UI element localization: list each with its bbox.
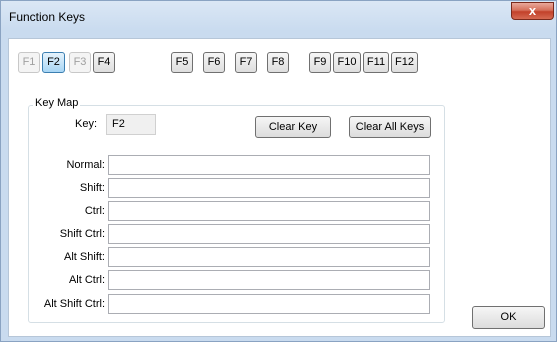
fkey-f3-button[interactable]: F3 <box>69 52 91 73</box>
key-label: Key: <box>75 118 98 130</box>
fkey-f11-button[interactable]: F11 <box>363 52 389 73</box>
fkey-f5-button[interactable]: F5 <box>171 52 193 73</box>
clear-all-keys-button[interactable]: Clear All Keys <box>349 116 431 138</box>
alt-shift-ctrl-input[interactable] <box>108 294 430 314</box>
shift-input[interactable] <box>108 178 430 198</box>
normal-label: Normal: <box>66 159 105 171</box>
close-icon: x <box>528 3 537 18</box>
title-bar[interactable]: Function Keys x <box>1 1 556 31</box>
ok-button[interactable]: OK <box>472 306 545 329</box>
shift-ctrl-label: Shift Ctrl: <box>59 228 105 240</box>
close-button[interactable]: x <box>511 2 554 20</box>
alt-shift-label: Alt Shift: <box>64 251 105 263</box>
fkey-f6-button[interactable]: F6 <box>203 52 225 73</box>
key-map-group-label: Key Map <box>33 97 81 109</box>
alt-shift-input[interactable] <box>108 247 430 267</box>
alt-ctrl-label: Alt Ctrl: <box>68 274 105 286</box>
shift-ctrl-input[interactable] <box>108 224 430 244</box>
fkey-f4-button[interactable]: F4 <box>93 52 115 73</box>
shift-label: Shift: <box>79 182 105 194</box>
window-title: Function Keys <box>9 10 86 24</box>
fkey-f9-button[interactable]: F9 <box>309 52 331 73</box>
fkey-f1-button[interactable]: F1 <box>18 52 40 73</box>
ctrl-input[interactable] <box>108 201 430 221</box>
normal-input[interactable] <box>108 155 430 175</box>
fkey-f7-button[interactable]: F7 <box>235 52 257 73</box>
alt-ctrl-input[interactable] <box>108 270 430 290</box>
fkey-f12-button[interactable]: F12 <box>391 52 418 73</box>
fkey-f8-button[interactable]: F8 <box>267 52 289 73</box>
key-value-field: F2 <box>106 114 156 135</box>
alt-shift-ctrl-label: Alt Shift Ctrl: <box>43 298 105 310</box>
fkey-f10-button[interactable]: F10 <box>333 52 361 73</box>
fkey-f2-button[interactable]: F2 <box>42 52 65 73</box>
ctrl-label: Ctrl: <box>84 205 105 217</box>
clear-key-button[interactable]: Clear Key <box>255 116 331 138</box>
